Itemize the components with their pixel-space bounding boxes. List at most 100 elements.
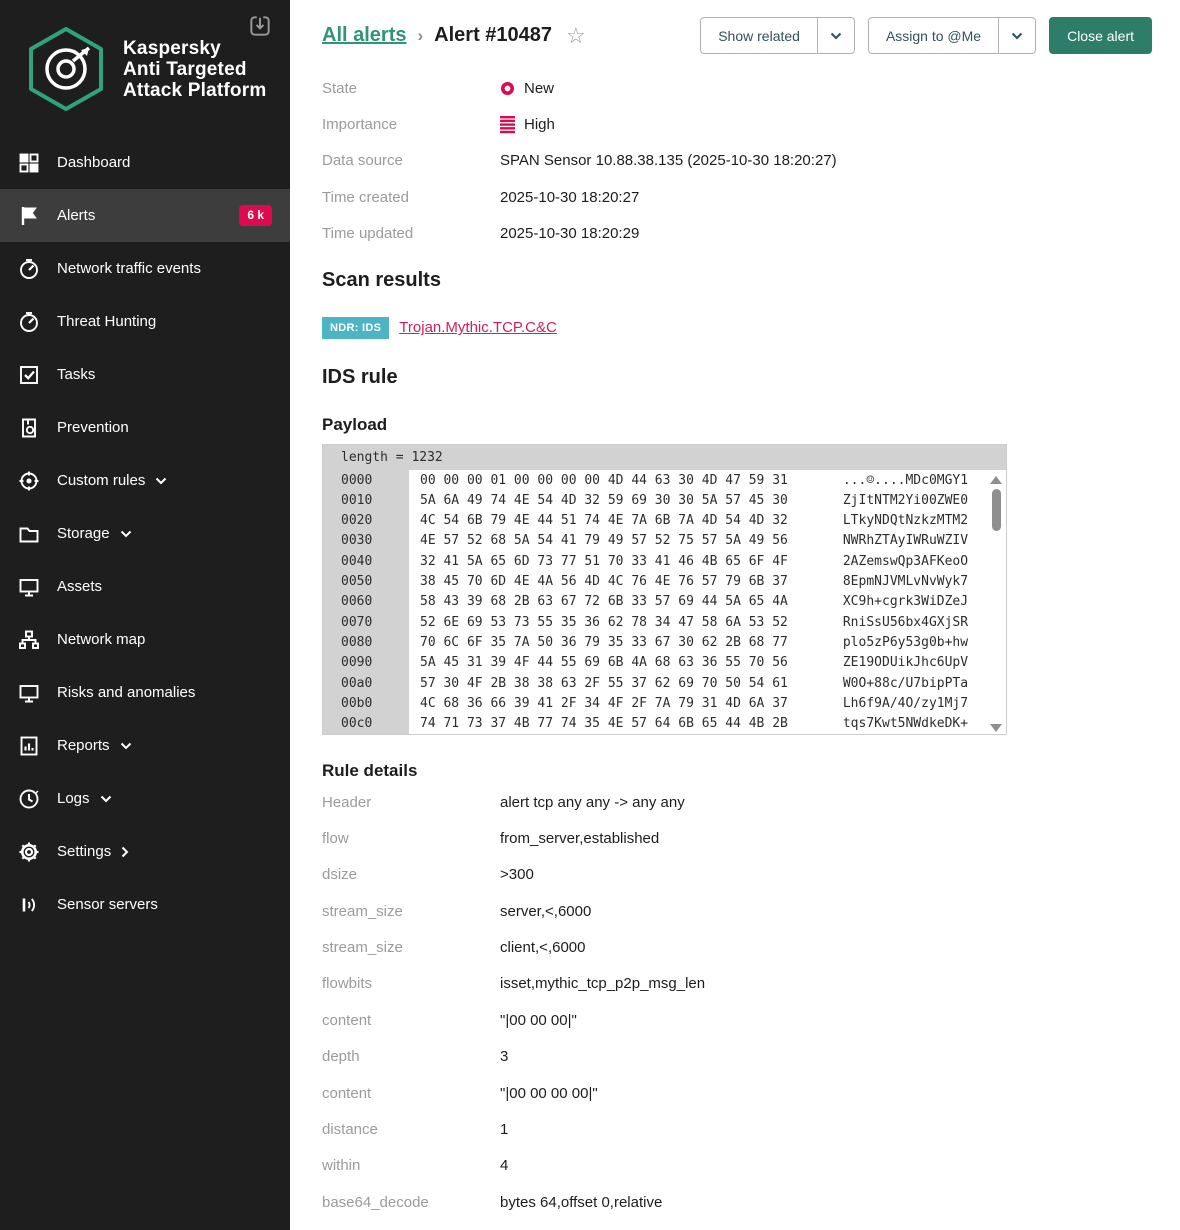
hex-row: 0070 52 6E 69 53 73 55 35 36 62 78 34 47… bbox=[323, 612, 1006, 632]
show-related-dropdown-icon[interactable] bbox=[817, 18, 854, 53]
hex-offset: 0050 bbox=[323, 571, 409, 591]
close-alert-button[interactable]: Close alert bbox=[1049, 17, 1152, 54]
scan-results-heading: Scan results bbox=[322, 269, 1180, 292]
hex-bytes: 38 45 70 6D 4E 4A 56 4D 4C 76 4E 76 57 7… bbox=[409, 574, 788, 589]
ndr-ids-badge: NDR: IDS bbox=[322, 317, 389, 339]
scroll-up-icon[interactable] bbox=[990, 476, 1002, 484]
hex-offset: 0070 bbox=[323, 612, 409, 632]
rule-detail-row: stream_size server,<,6000 bbox=[322, 893, 1180, 929]
scroll-down-icon[interactable] bbox=[990, 724, 1002, 732]
hex-ascii: LTkyNDQtNzkzMTM2 bbox=[788, 513, 968, 528]
sidebar-item-label: Assets bbox=[57, 578, 102, 595]
sidebar-item-label: Alerts bbox=[57, 207, 95, 224]
sidebar-nav-item[interactable]: Reports bbox=[0, 719, 290, 772]
hex-row: 0040 32 41 5A 65 6D 73 77 51 70 33 41 46… bbox=[323, 551, 1006, 571]
alert-detail-row: Time updated 2025-10-30 18:20:29 bbox=[322, 216, 1180, 252]
sidebar-nav-item[interactable]: Dashboard bbox=[0, 136, 290, 189]
sidebar-item-label: Risks and anomalies bbox=[57, 684, 195, 701]
hex-offset: 0010 bbox=[323, 490, 409, 510]
hex-offset: 0000 bbox=[323, 470, 409, 490]
header-actions: Show related Assign to @Me Close alert bbox=[700, 17, 1152, 54]
hex-offset: 0030 bbox=[323, 531, 409, 551]
hex-row: 0060 58 43 39 68 2B 63 67 72 6B 33 57 69… bbox=[323, 592, 1006, 612]
hex-row: 0080 70 6C 6F 35 7A 50 36 79 35 33 67 30… bbox=[323, 632, 1006, 652]
ids-rule-heading: IDS rule bbox=[322, 366, 1180, 389]
sidebar-item-label: Tasks bbox=[57, 366, 95, 383]
hex-offset: 00a0 bbox=[323, 673, 409, 693]
sidebar-nav-item[interactable]: Sensor servers bbox=[0, 878, 290, 931]
sidebar-nav-item[interactable]: Network map bbox=[0, 613, 290, 666]
sidebar-nav-item[interactable]: Assets bbox=[0, 560, 290, 613]
hex-row: 00a0 57 30 4F 2B 38 38 63 2F 55 37 62 69… bbox=[323, 673, 1006, 693]
sidebar-nav-item[interactable]: Tasks bbox=[0, 348, 290, 401]
network-map-icon bbox=[16, 628, 41, 652]
sidebar-nav-item[interactable]: Storage bbox=[0, 507, 290, 560]
importance-high-icon bbox=[500, 116, 515, 134]
alert-details: State New Importance High Data source SP… bbox=[322, 70, 1180, 252]
main-content: All alerts › Alert #10487 ☆ Show related… bbox=[290, 0, 1180, 1230]
show-related-button[interactable]: Show related bbox=[700, 17, 855, 54]
hex-row: 0090 5A 45 31 39 4F 44 55 69 6B 4A 68 63… bbox=[323, 653, 1006, 673]
hex-bytes: 5A 6A 49 74 4E 54 4D 32 59 69 30 30 5A 5… bbox=[409, 493, 788, 508]
reports-icon bbox=[16, 734, 41, 758]
hex-row: 00b0 4C 68 36 66 39 41 2F 34 4F 2F 7A 79… bbox=[323, 693, 1006, 713]
hex-dump-body: 0000 00 00 00 01 00 00 00 00 4D 44 63 30… bbox=[323, 470, 1006, 734]
sidebar-nav-item[interactable]: Prevention bbox=[0, 401, 290, 454]
threat-hunting-icon bbox=[16, 310, 41, 334]
hex-ascii: tqs7Kwt5NWdkeDK+ bbox=[788, 716, 968, 731]
rule-detail-row: Header alert tcp any any -> any any bbox=[322, 784, 1180, 820]
alerts-flag-icon bbox=[16, 204, 41, 228]
hex-bytes: 4E 57 52 68 5A 54 41 79 49 57 52 75 57 5… bbox=[409, 533, 788, 548]
hex-ascii: 2AZemswQp3AFKeoO bbox=[788, 554, 968, 569]
hex-ascii: plo5zP6y53g0b+hw bbox=[788, 635, 968, 650]
hex-scrollbar[interactable] bbox=[989, 476, 1003, 732]
hex-ascii: XC9h+cgrk3WiDZeJ bbox=[788, 594, 968, 609]
rule-detail-row: content "|00 00 00|" bbox=[322, 1002, 1180, 1038]
alert-detail-row: State New bbox=[322, 70, 1180, 106]
hex-ascii: ZE19ODUikJhc6UpV bbox=[788, 655, 968, 670]
sidebar-nav-item[interactable]: Threat Hunting bbox=[0, 295, 290, 348]
rule-detail-row: within 4 bbox=[322, 1148, 1180, 1184]
hex-offset: 0020 bbox=[323, 511, 409, 531]
sidebar-nav-item[interactable]: Logs bbox=[0, 772, 290, 825]
sidebar-item-label: Logs bbox=[57, 790, 90, 807]
kaspersky-logo-icon bbox=[26, 26, 106, 112]
breadcrumb: All alerts › Alert #10487 ☆ bbox=[322, 24, 586, 47]
sidebar-nav-item[interactable]: Risks and anomalies bbox=[0, 666, 290, 719]
sidebar-item-label: Reports bbox=[57, 737, 110, 754]
collapse-panel-icon[interactable] bbox=[247, 13, 273, 39]
sidebar-item-label: Custom rules bbox=[57, 472, 145, 489]
product-name: Kaspersky Anti Targeted Attack Platform bbox=[123, 38, 266, 101]
sidebar-item-label: Settings bbox=[57, 843, 111, 860]
sidebar-item-label: Network traffic events bbox=[57, 260, 201, 277]
hex-bytes: 70 6C 6F 35 7A 50 36 79 35 33 67 30 62 2… bbox=[409, 635, 788, 650]
hex-bytes: 00 00 00 01 00 00 00 00 4D 44 63 30 4D 4… bbox=[409, 473, 788, 488]
scrollbar-thumb[interactable] bbox=[992, 489, 1001, 531]
hex-ascii: ...☺....MDc0MGY1 bbox=[788, 473, 968, 488]
risks-icon bbox=[16, 681, 41, 705]
rule-detail-row: flowbits isset,mythic_tcp_p2p_msg_len bbox=[322, 966, 1180, 1002]
sidebar-nav-item[interactable]: Alerts 6 k bbox=[0, 189, 290, 242]
page-header: All alerts › Alert #10487 ☆ Show related… bbox=[322, 0, 1180, 54]
threat-name-link[interactable]: Trojan.Mythic.TCP.C&C bbox=[399, 319, 557, 336]
alert-detail-row: Importance High bbox=[322, 106, 1180, 142]
assign-dropdown-icon[interactable] bbox=[998, 18, 1035, 53]
hex-offset: 0090 bbox=[323, 653, 409, 673]
chevron-icon bbox=[121, 846, 129, 858]
storage-icon bbox=[16, 522, 41, 546]
payload-length-line: length = 1232 bbox=[323, 445, 1006, 470]
favorite-star-icon[interactable]: ☆ bbox=[566, 25, 586, 47]
assign-to-me-button[interactable]: Assign to @Me bbox=[868, 17, 1036, 54]
tasks-icon bbox=[16, 363, 41, 387]
hex-row: 0030 4E 57 52 68 5A 54 41 79 49 57 52 75… bbox=[323, 531, 1006, 551]
breadcrumb-all-alerts-link[interactable]: All alerts bbox=[322, 24, 406, 47]
sidebar-nav-item[interactable]: Settings bbox=[0, 825, 290, 878]
sidebar-item-label: Dashboard bbox=[57, 154, 130, 171]
rule-detail-row: base64_decode bytes 64,offset 0,relative bbox=[322, 1184, 1180, 1220]
sidebar-nav-item[interactable]: Network traffic events bbox=[0, 242, 290, 295]
hex-offset: 00c0 bbox=[323, 714, 409, 734]
sidebar-nav-item[interactable]: Custom rules bbox=[0, 454, 290, 507]
rule-details-heading: Rule details bbox=[322, 761, 1180, 781]
assets-icon bbox=[16, 575, 41, 599]
hex-offset: 00b0 bbox=[323, 693, 409, 713]
